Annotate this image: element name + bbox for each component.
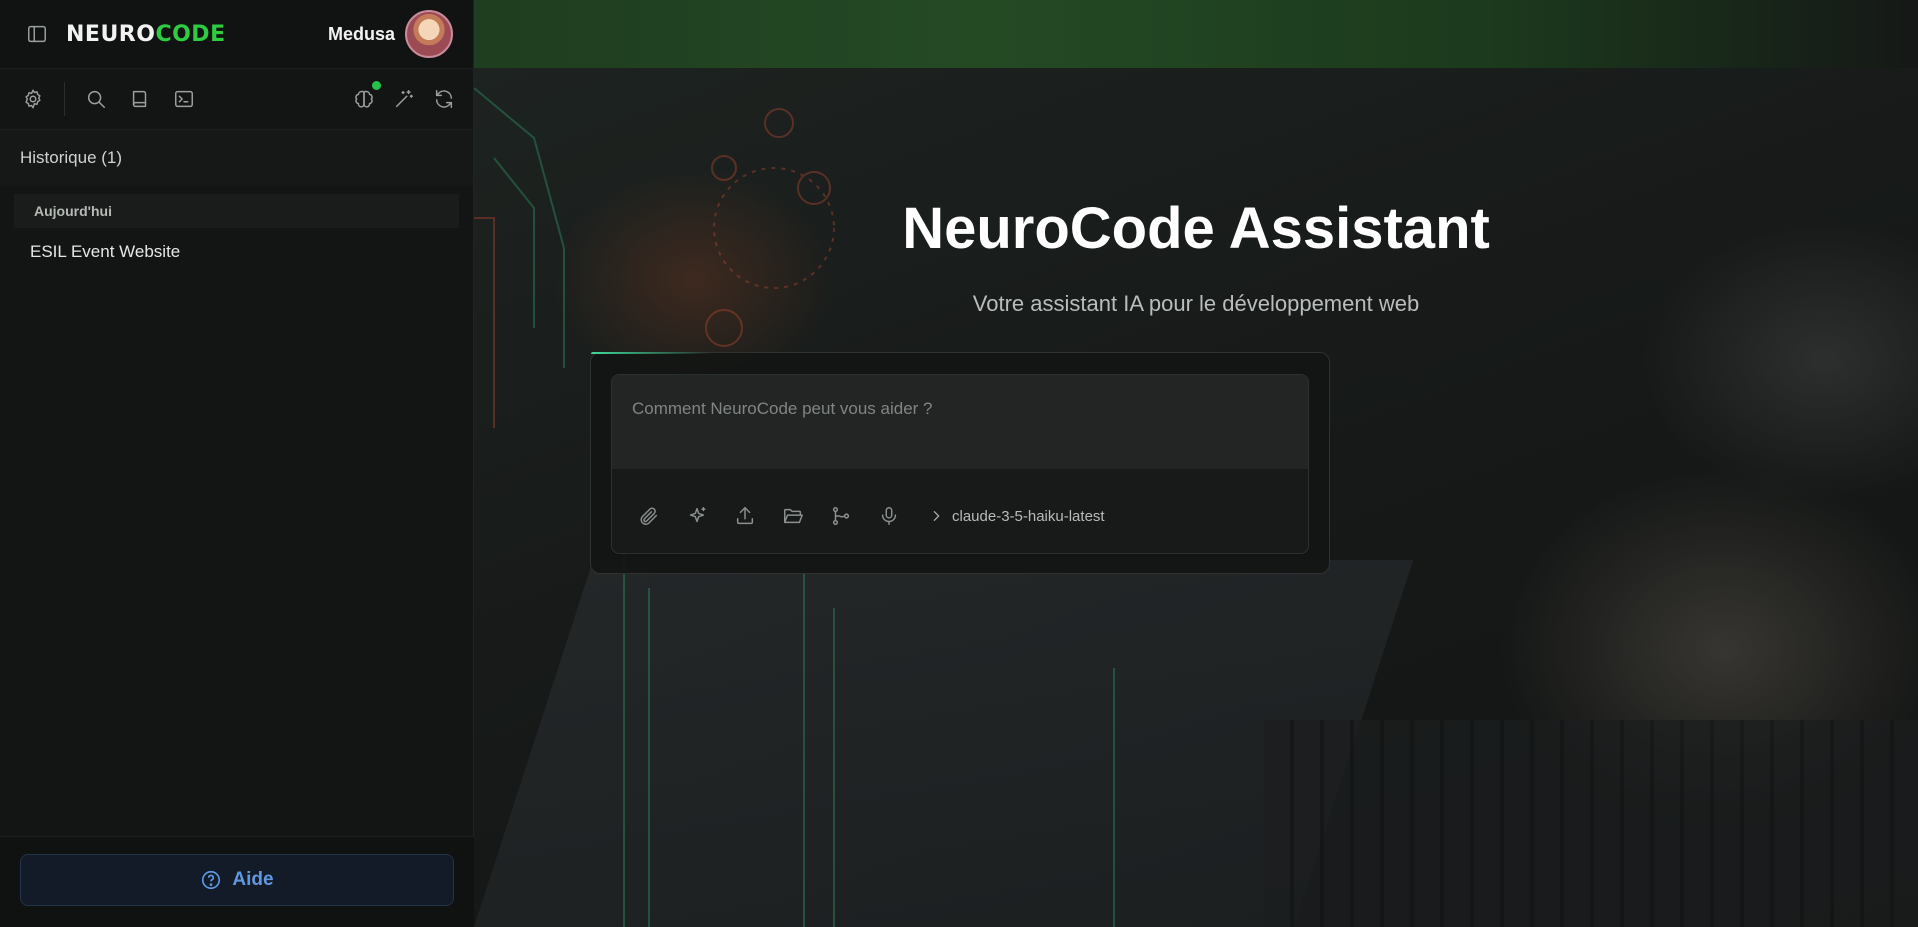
brand-logo[interactable]: NEUROCODE (66, 22, 226, 47)
model-selector[interactable]: claude-3-5-haiku-latest (928, 508, 1105, 525)
terminal-icon[interactable] (171, 86, 197, 112)
microphone-icon[interactable] (876, 503, 902, 529)
magic-wand-icon[interactable] (391, 86, 417, 112)
brand: NEUROCODE (24, 21, 226, 47)
folder-open-icon[interactable] (780, 503, 806, 529)
sparkles-icon[interactable] (684, 503, 710, 529)
sidebar: NEUROCODE Medusa Historique (1) Aujourd'… (0, 0, 474, 927)
sidebar-header: NEUROCODE Medusa (0, 0, 473, 68)
model-name: claude-3-5-haiku-latest (952, 507, 1105, 525)
chevron-right-icon (933, 510, 940, 522)
toolbar-left (20, 82, 197, 116)
history-header[interactable]: Historique (1) (0, 130, 473, 186)
chat-composer: claude-3-5-haiku-latest (590, 352, 1330, 574)
brand-logo-part2: CODE (155, 21, 226, 47)
help-button[interactable]: Aide (20, 854, 454, 906)
book-icon[interactable] (127, 86, 153, 112)
top-banner (474, 0, 1918, 68)
help-icon (202, 870, 221, 890)
toolbar-divider (64, 82, 65, 116)
history-item[interactable]: ESIL Event Website (0, 228, 473, 276)
user-menu[interactable]: Medusa (328, 10, 453, 58)
settings-icon[interactable] (20, 86, 46, 112)
git-branch-icon[interactable] (828, 503, 854, 529)
search-icon[interactable] (83, 86, 109, 112)
user-name: Medusa (327, 23, 395, 44)
sidebar-toolbar (0, 68, 473, 130)
sidebar-footer: Aide (0, 836, 474, 927)
chat-toolbar: claude-3-5-haiku-latest (612, 474, 1308, 553)
page-subtitle: Votre assistant IA pour le développement… (972, 291, 1420, 316)
status-indicator (372, 81, 381, 90)
chat-composer-inner: claude-3-5-haiku-latest (611, 374, 1309, 554)
toolbar-right (351, 81, 457, 112)
paperclip-icon[interactable] (636, 503, 662, 529)
avatar[interactable] (405, 10, 453, 58)
help-button-label: Aide (232, 869, 274, 890)
brain-icon[interactable] (351, 81, 381, 112)
page-title: NeuroCode Assistant (902, 196, 1490, 261)
brand-logo-part1: NEURO (66, 21, 156, 47)
upload-icon[interactable] (732, 503, 758, 529)
main-area: NeuroCode Assistant Votre assistant IA p… (474, 0, 1918, 927)
chat-input[interactable] (612, 375, 1308, 469)
refresh-icon[interactable] (431, 86, 457, 112)
app-window: NEUROCODE Medusa Historique (1) Aujourd'… (0, 0, 1918, 927)
sidebar-toggle-icon[interactable] (24, 21, 50, 47)
history-group-label: Aujourd'hui (14, 194, 459, 228)
